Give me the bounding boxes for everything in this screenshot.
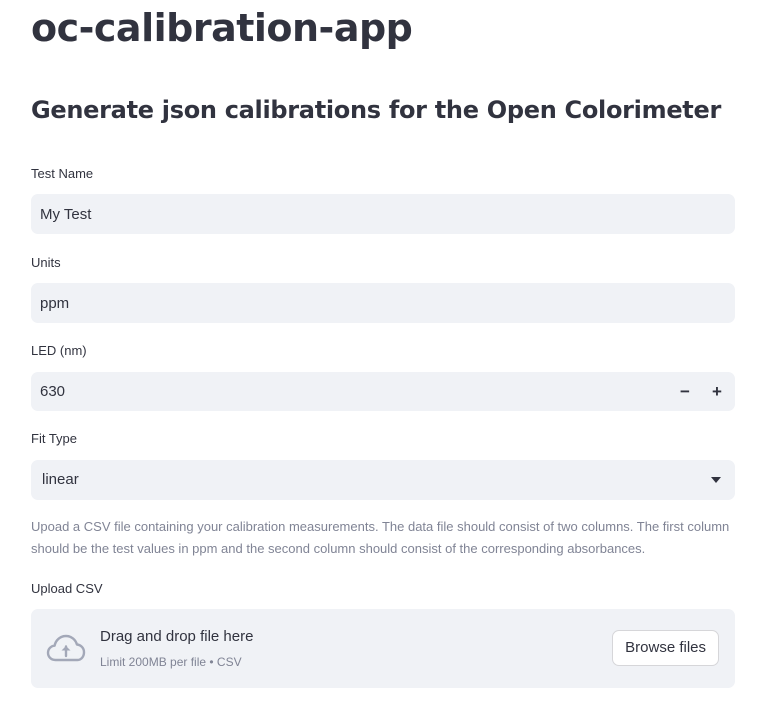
fit-type-selected-value: linear: [42, 471, 79, 488]
main-container: oc-calibration-app Generate json calibra…: [0, 0, 763, 711]
test-name-input[interactable]: [31, 194, 735, 234]
test-name-label: Test Name: [31, 166, 94, 181]
led-number-input[interactable]: [31, 372, 671, 411]
chevron-down-icon: [711, 477, 721, 483]
led-label: LED (nm): [31, 343, 87, 358]
upload-instructions-text: Upoad a CSV file containing your calibra…: [31, 519, 730, 556]
fit-type-label: Fit Type: [31, 431, 78, 446]
dropzone-file-limit: Limit 200MB per file • CSV: [100, 655, 242, 669]
units-input[interactable]: [31, 283, 735, 323]
file-dropzone[interactable]: Drag and drop file here Limit 200MB per …: [31, 609, 735, 688]
test-name-field-container: [31, 194, 735, 234]
dropzone-instructions: Drag and drop file here: [100, 628, 254, 645]
led-number-input-container: − +: [31, 372, 735, 411]
page-subtitle: Generate json calibrations for the Open …: [31, 96, 721, 124]
led-increment-button[interactable]: +: [701, 372, 733, 412]
units-label: Units: [31, 255, 61, 270]
units-field-container: [31, 283, 735, 323]
browse-files-button[interactable]: Browse files: [612, 630, 719, 666]
upload-csv-label: Upload CSV: [31, 581, 103, 596]
fit-type-select[interactable]: linear: [31, 460, 735, 500]
led-decrement-button[interactable]: −: [669, 372, 701, 412]
cloud-upload-icon: [46, 634, 86, 662]
page-title: oc-calibration-app: [31, 6, 413, 50]
